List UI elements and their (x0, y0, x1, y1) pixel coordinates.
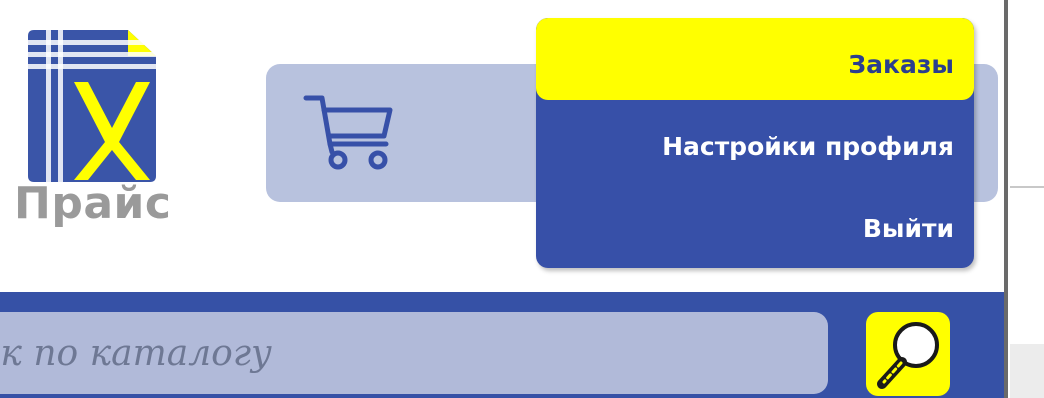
horizontal-divider (1010, 186, 1044, 188)
vertical-divider (1004, 0, 1008, 398)
menu-item-profile-settings[interactable]: Настройки профиля (536, 122, 974, 172)
menu-item-orders[interactable]: Заказы (536, 18, 974, 100)
user-dropdown-menu: Заказы Настройки профиля Выйти (536, 18, 974, 268)
search-button[interactable] (866, 312, 950, 396)
shopping-cart-icon[interactable] (302, 92, 396, 172)
logo-text: Прайс (14, 178, 172, 229)
magnifier-icon (877, 322, 939, 389)
search-input[interactable] (0, 312, 828, 394)
page: Прайс Заказы Настройки профиля Выйти (0, 0, 1044, 398)
side-panel-edge (1010, 344, 1044, 398)
price-list-x-icon (28, 30, 156, 182)
menu-item-logout[interactable]: Выйти (536, 204, 974, 254)
